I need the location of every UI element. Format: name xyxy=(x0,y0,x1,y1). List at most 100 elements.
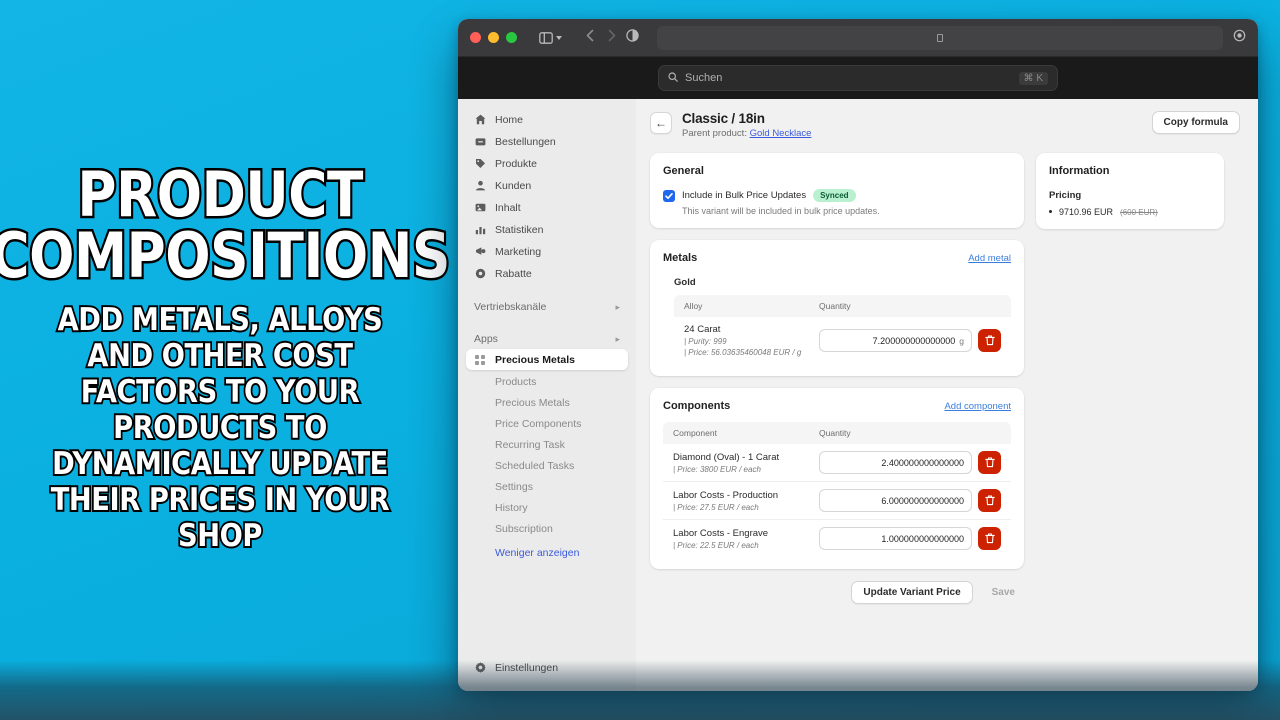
sidebar-subitem-products[interactable]: Products xyxy=(466,371,628,392)
sidebar-item-label: Marketing xyxy=(495,245,542,258)
app-topbar: Suchen ⌘ K xyxy=(458,57,1258,99)
price-current: 9710.96 EUR xyxy=(1059,207,1114,217)
sidebar-group-label: Apps xyxy=(474,333,498,345)
show-less-link[interactable]: Weniger anzeigen xyxy=(466,542,628,563)
page-title: Classic / 18in xyxy=(682,111,765,126)
component-quantity-input[interactable]: 1.000000000000000 xyxy=(819,527,972,550)
metal-quantity-input[interactable]: 7.200000000000000 g xyxy=(819,329,972,352)
general-card: General Include in Bulk Price Updates Sy… xyxy=(650,153,1024,228)
sidebar: Home Bestellungen Produkte Kunden Inhalt… xyxy=(458,99,636,691)
tag-icon xyxy=(474,158,486,170)
components-table-header: Component Quantity xyxy=(663,422,1011,444)
component-quantity-input[interactable]: 2.400000000000000 xyxy=(819,451,972,474)
component-quantity-input[interactable]: 6.000000000000000 xyxy=(819,489,972,512)
component-name: Labor Costs - Engrave xyxy=(673,527,769,539)
component-quantity-value: 2.400000000000000 xyxy=(881,457,964,468)
component-info: Labor Costs - Engrave | Price: 22.5 EUR … xyxy=(673,528,819,550)
metals-card-title: Metals xyxy=(663,252,698,264)
components-card-header: Components Add component xyxy=(663,400,1011,412)
metals-group-title: Gold xyxy=(674,277,696,288)
orders-icon xyxy=(474,136,486,148)
contrast-icon[interactable] xyxy=(626,28,639,47)
close-window-button[interactable] xyxy=(470,32,481,43)
delete-component-button[interactable] xyxy=(978,527,1001,550)
delete-metal-button[interactable] xyxy=(978,329,1001,352)
sidebar-subitem-label: History xyxy=(495,501,528,514)
promo-subtitle: ADD METALS, ALLOYS AND OTHER COST FACTOR… xyxy=(49,300,391,556)
url-bar[interactable] xyxy=(657,25,1223,50)
search-icon xyxy=(668,69,678,87)
sidebar-item-statistiken[interactable]: Statistiken xyxy=(466,219,628,240)
sidebar-subitem-subscription[interactable]: Subscription xyxy=(466,518,628,539)
zoom-window-button[interactable] xyxy=(506,32,517,43)
sidebar-item-produkte[interactable]: Produkte xyxy=(466,153,628,174)
sidebar-item-bestellungen[interactable]: Bestellungen xyxy=(466,131,628,152)
forward-icon[interactable] xyxy=(608,29,616,47)
sidebar-toggle-button[interactable] xyxy=(539,31,562,44)
sidebar-subitem-precious-metals[interactable]: Precious Metals xyxy=(466,392,628,413)
parent-product-link[interactable]: Gold Necklace xyxy=(750,128,812,139)
sidebar-item-kunden[interactable]: Kunden xyxy=(466,175,628,196)
back-icon[interactable] xyxy=(586,29,594,47)
components-table: Component Quantity Diamond (Oval) - 1 Ca… xyxy=(663,422,1011,557)
minimize-window-button[interactable] xyxy=(488,32,499,43)
chart-icon xyxy=(474,224,486,236)
metals-card-header: Metals Add metal xyxy=(663,252,1011,264)
column-header-quantity: Quantity xyxy=(819,428,851,438)
sidebar-subitem-settings[interactable]: Settings xyxy=(466,476,628,497)
components-card-title: Components xyxy=(663,400,731,412)
general-card-header: General xyxy=(663,165,1011,177)
back-button[interactable]: ← xyxy=(650,112,672,134)
status-badge: Synced xyxy=(813,189,856,202)
sidebar-subitem-label: Settings xyxy=(495,480,533,493)
component-quantity-value: 6.000000000000000 xyxy=(881,495,964,506)
traffic-lights[interactable] xyxy=(470,32,517,43)
page-header-text: Classic / 18in Parent product: Gold Neck… xyxy=(682,111,1142,139)
component-quantity-value: 1.000000000000000 xyxy=(881,533,964,544)
sidebar-subitem-recurring-task[interactable]: Recurring Task xyxy=(466,434,628,455)
metal-purity: | Purity: 999 xyxy=(684,337,727,346)
price-old: (600 EUR) xyxy=(1120,208,1158,217)
bulk-price-checkbox-row[interactable]: Include in Bulk Price Updates Synced xyxy=(663,189,1011,202)
sidebar-group-label: Vertriebskanäle xyxy=(474,301,547,313)
metal-name: 24 Carat xyxy=(684,324,721,335)
save-button[interactable]: Save xyxy=(983,582,1024,603)
sidebar-item-home[interactable]: Home xyxy=(466,109,628,130)
puzzle-icon[interactable] xyxy=(1233,29,1246,47)
sidebar-item-marketing[interactable]: Marketing xyxy=(466,241,628,262)
sidebar-subitem-history[interactable]: History xyxy=(466,497,628,518)
sidebar-item-precious-metals[interactable]: Precious Metals xyxy=(466,349,628,370)
sidebar-group-apps[interactable]: Apps ▸ xyxy=(466,329,628,349)
lock-icon xyxy=(937,33,943,42)
sidebar-item-rabatte[interactable]: Rabatte xyxy=(466,263,628,284)
bulk-price-checkbox[interactable] xyxy=(663,189,675,202)
metal-price: | Price: 56.03635460048 EUR / g xyxy=(684,348,802,357)
sidebar-item-label: Rabatte xyxy=(495,267,532,280)
search-shortcut: ⌘ K xyxy=(1018,71,1048,85)
delete-component-button[interactable] xyxy=(978,489,1001,512)
browser-toolbar xyxy=(458,19,1258,57)
sidebar-item-einstellungen[interactable]: Einstellungen xyxy=(466,657,628,678)
sidebar-subitem-price-components[interactable]: Price Components xyxy=(466,413,628,434)
sidebar-group-vertriebskanaele[interactable]: Vertriebskanäle ▸ xyxy=(466,297,628,317)
sidebar-item-inhalt[interactable]: Inhalt xyxy=(466,197,628,218)
sidebar-item-label: Home xyxy=(495,113,524,126)
parent-product-prefix: Parent product: xyxy=(682,128,747,139)
sidebar-subitem-scheduled-tasks[interactable]: Scheduled Tasks xyxy=(466,455,628,476)
metals-table-header: Alloy Quantity xyxy=(674,295,1011,317)
nav-arrows[interactable] xyxy=(586,29,616,47)
components-card: Components Add component Component Quant… xyxy=(650,388,1024,569)
component-name: Diamond (Oval) - 1 Carat xyxy=(673,451,780,463)
add-metal-link[interactable]: Add metal xyxy=(968,253,1011,264)
add-component-link[interactable]: Add component xyxy=(944,401,1011,412)
promo-title-line2: COMPOSITIONS xyxy=(0,219,452,293)
sidebar-subitem-label: Price Components xyxy=(495,417,582,430)
delete-component-button[interactable] xyxy=(978,451,1001,474)
sidebar-item-label: Inhalt xyxy=(495,201,521,214)
megaphone-icon xyxy=(474,246,486,258)
pricing-value-row: 9710.96 EUR (600 EUR) xyxy=(1049,207,1211,217)
copy-formula-button[interactable]: Copy formula xyxy=(1151,111,1240,134)
search-input[interactable]: Suchen ⌘ K xyxy=(658,65,1058,91)
update-variant-price-button[interactable]: Update Variant Price xyxy=(851,581,973,604)
